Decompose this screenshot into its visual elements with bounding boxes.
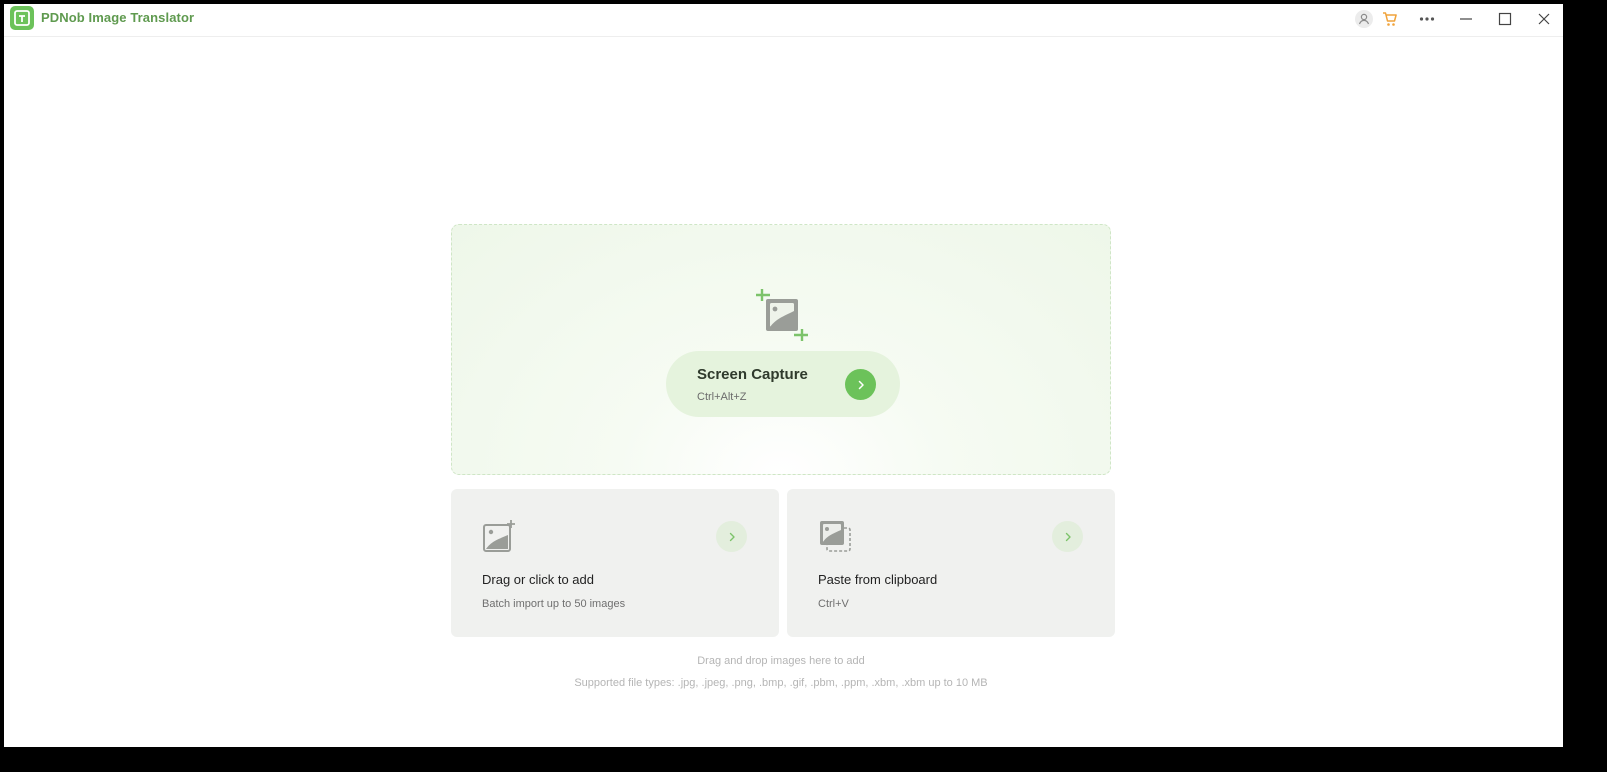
drag-drop-hint: Drag and drop images here to add	[697, 655, 865, 667]
screen-capture-button[interactable]: Screen Capture Ctrl+Alt+Z	[666, 351, 900, 417]
add-images-title: Drag or click to add	[482, 572, 594, 587]
app-title: PDNob Image Translator	[41, 10, 195, 25]
paste-clipboard-card[interactable]: Paste from clipboard Ctrl+V	[787, 489, 1115, 637]
paste-clipboard-title: Paste from clipboard	[818, 572, 938, 587]
chevron-right-icon[interactable]	[1052, 521, 1083, 552]
minimize-icon[interactable]	[1454, 7, 1478, 31]
app-window: PDNob Image Translator Screen Capture Ct…	[4, 4, 1563, 747]
drop-zone[interactable]: Screen Capture Ctrl+Alt+Z	[451, 224, 1111, 475]
maximize-icon[interactable]	[1493, 7, 1517, 31]
user-icon[interactable]	[1352, 7, 1376, 31]
title-bar: PDNob Image Translator	[4, 4, 1563, 37]
screen-capture-shortcut: Ctrl+Alt+Z	[697, 391, 747, 403]
cart-icon[interactable]	[1378, 7, 1402, 31]
clipboard-image-icon	[818, 519, 852, 553]
chevron-right-icon[interactable]	[716, 521, 747, 552]
close-icon[interactable]	[1532, 7, 1556, 31]
add-image-icon	[482, 519, 516, 553]
chevron-right-icon[interactable]	[845, 369, 876, 400]
supported-types-hint: Supported file types: .jpg, .jpeg, .png,…	[574, 677, 988, 689]
add-images-subtitle: Batch import up to 50 images	[482, 598, 626, 610]
paste-clipboard-shortcut: Ctrl+V	[818, 598, 849, 610]
add-images-card[interactable]: Drag or click to add Batch import up to …	[451, 489, 779, 637]
screen-capture-title: Screen Capture	[697, 366, 808, 383]
app-logo-icon	[10, 6, 34, 30]
more-icon[interactable]	[1415, 7, 1439, 31]
crop-image-icon	[754, 287, 810, 343]
